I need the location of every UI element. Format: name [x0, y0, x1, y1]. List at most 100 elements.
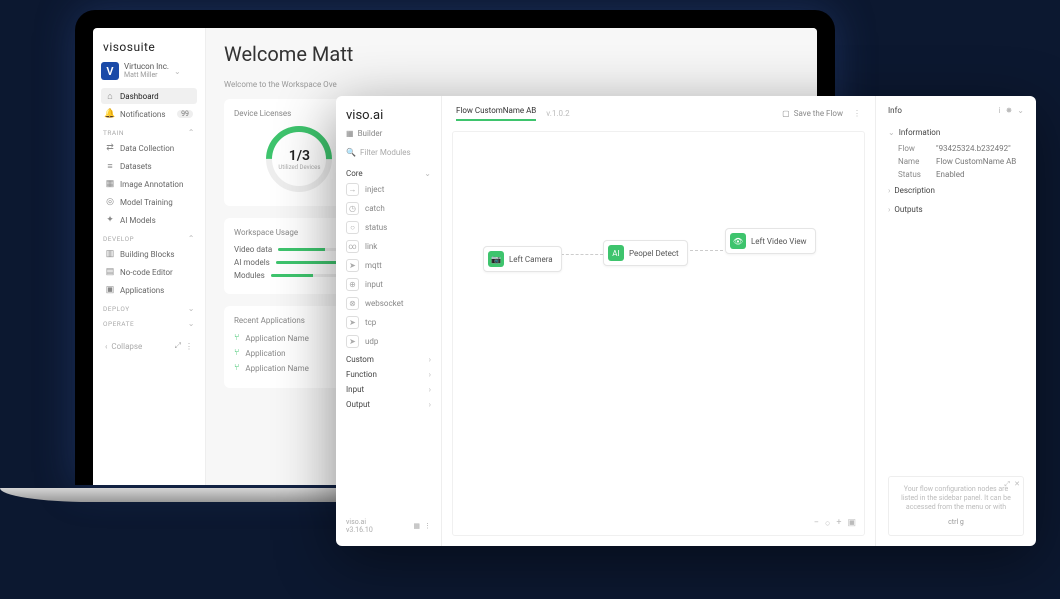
info-icon[interactable]: i: [999, 106, 1001, 115]
page-subtitle: Welcome to the Workspace Ove: [224, 80, 799, 89]
module-tcp[interactable]: ➤tcp: [346, 313, 431, 332]
nav-image-annotation[interactable]: ▦Image Annotation: [101, 176, 197, 192]
group-core[interactable]: Core⌄: [346, 169, 431, 178]
zoom-reset-icon[interactable]: ○: [825, 518, 830, 529]
bug-icon[interactable]: ✸: [1006, 106, 1013, 115]
save-flow-button[interactable]: ▢ Save the Flow: [782, 109, 843, 118]
nav-model-training[interactable]: ◎Model Training: [101, 194, 197, 210]
group-output[interactable]: Output›: [346, 400, 431, 409]
mqtt-icon: ➤: [346, 259, 359, 272]
module-websocket[interactable]: ⊗websocket: [346, 294, 431, 313]
close-icon[interactable]: ✕: [1014, 480, 1020, 489]
chevron-down-icon[interactable]: ⌄: [1017, 106, 1024, 115]
section-deploy[interactable]: DEPLOY⌄: [103, 304, 195, 313]
inject-icon: →: [346, 183, 359, 196]
flow-canvas[interactable]: 📷 Left Camera AI Peopel Detect 👁 Left Vi…: [452, 131, 865, 536]
builder-logo: viso.ai: [346, 108, 431, 123]
section-operate[interactable]: OPERATE⌄: [103, 319, 195, 328]
chevron-up-icon: ⌃: [188, 234, 195, 243]
flow-version: v.1.0.2: [546, 109, 569, 118]
notification-count: 99: [177, 110, 193, 118]
annotation-icon: ▦: [105, 179, 115, 189]
section-description[interactable]: ›Description: [888, 186, 1024, 195]
zoom-in-icon[interactable]: +: [836, 518, 841, 529]
nav-dashboard-label: Dashboard: [120, 92, 159, 101]
hint-box: ⤢ ✕ Your flow configuration nodes are li…: [888, 476, 1024, 536]
info-flow-name: Flow CustomName AB: [936, 157, 1016, 166]
chevron-right-icon: ›: [429, 385, 431, 394]
builder-sublabel: ▦ Builder: [346, 129, 431, 138]
group-input[interactable]: Input›: [346, 385, 431, 394]
section-develop[interactable]: DEVELOP⌃: [103, 234, 195, 243]
filter-modules-input[interactable]: 🔍 Filter Modules: [346, 148, 431, 157]
collapse-sidebar[interactable]: ‹ Collapse ⤢ ⋮: [101, 338, 197, 354]
app-icon: ⑂: [234, 333, 239, 343]
more-icon[interactable]: ⋮: [424, 522, 431, 530]
nav-datasets[interactable]: ≡Datasets: [101, 158, 197, 174]
footer-brand: viso.ai: [346, 518, 373, 526]
editor-icon: ▤: [105, 267, 115, 277]
tcp-icon: ➤: [346, 316, 359, 329]
node-people-detect[interactable]: AI Peopel Detect: [603, 240, 688, 266]
section-train[interactable]: TRAIN⌃: [103, 128, 195, 137]
hint-shortcut: ctrl g: [897, 518, 1015, 527]
chevron-down-icon: ⌄: [188, 319, 195, 328]
nav-notifications-label: Notifications: [120, 110, 165, 119]
more-icon[interactable]: ⋮: [853, 109, 861, 118]
popout-icon[interactable]: ⤢: [1005, 480, 1011, 489]
chevron-right-icon: ›: [429, 370, 431, 379]
module-catch[interactable]: ◷catch: [346, 199, 431, 218]
websocket-icon: ⊗: [346, 297, 359, 310]
module-input[interactable]: ⊕input: [346, 275, 431, 294]
nav-applications[interactable]: ▣Applications: [101, 282, 197, 298]
fit-icon[interactable]: ▣: [847, 518, 856, 529]
chevron-down-icon: ⌄: [424, 169, 431, 178]
models-icon: ✦: [105, 215, 115, 225]
module-inject[interactable]: →inject: [346, 180, 431, 199]
org-selector[interactable]: V Virtucon Inc. Matt Miller ⌄: [101, 62, 197, 80]
nav-data-collection[interactable]: ⇄Data Collection: [101, 140, 197, 156]
grid-icon[interactable]: ▦: [413, 522, 420, 530]
camera-icon: 📷: [488, 251, 504, 267]
org-user: Matt Miller: [124, 72, 169, 80]
status-icon: ○: [346, 221, 359, 234]
group-custom[interactable]: Custom›: [346, 355, 431, 364]
catch-icon: ◷: [346, 202, 359, 215]
nav-no-code-editor[interactable]: ▤No-code Editor: [101, 264, 197, 280]
app-icon: ⑂: [234, 363, 239, 373]
module-link[interactable]: ∞link: [346, 237, 431, 256]
search-icon: 🔍: [346, 148, 356, 157]
group-function[interactable]: Function›: [346, 370, 431, 379]
footer-version: v3.16.10: [346, 526, 373, 534]
node-left-camera[interactable]: 📷 Left Camera: [483, 246, 562, 272]
more-icon: ⋮: [185, 342, 193, 351]
info-flow-id: "93425324.b232492": [936, 144, 1011, 153]
nav-ai-models[interactable]: ✦AI Models: [101, 212, 197, 228]
expand-icon: ⤢: [175, 341, 181, 351]
link-icon: ∞: [346, 240, 359, 253]
app-icon: ⑂: [234, 348, 239, 358]
ai-icon: AI: [608, 245, 624, 261]
module-mqtt[interactable]: ➤mqtt: [346, 256, 431, 275]
chevron-right-icon: ›: [888, 186, 890, 195]
section-outputs[interactable]: ›Outputs: [888, 205, 1024, 214]
chevron-right-icon: ›: [888, 205, 890, 214]
apps-icon: ▣: [105, 285, 115, 295]
module-status[interactable]: ○status: [346, 218, 431, 237]
save-icon: ▢: [782, 109, 790, 118]
dashboard-icon: ⌂: [105, 91, 115, 101]
chevron-down-icon: ⌄: [188, 304, 195, 313]
section-information[interactable]: ⌄Information: [888, 128, 1024, 137]
nav-dashboard[interactable]: ⌂ Dashboard: [101, 88, 197, 104]
builder-window: viso.ai ▦ Builder 🔍 Filter Modules Core⌄…: [336, 96, 1036, 546]
license-donut-chart: 1/3 Utilized Devices: [252, 112, 345, 205]
info-status: Enabled: [936, 170, 965, 179]
node-left-video-view[interactable]: 👁 Left Video View: [725, 228, 816, 254]
flow-name[interactable]: Flow CustomName AB: [456, 106, 536, 121]
suite-logo: visosuite: [103, 40, 197, 54]
module-udp[interactable]: ➤udp: [346, 332, 431, 351]
zoom-out-icon[interactable]: −: [814, 518, 819, 529]
nav-building-blocks[interactable]: ▥Building Blocks: [101, 246, 197, 262]
nav-notifications[interactable]: 🔔 Notifications 99: [101, 106, 197, 122]
chevron-up-icon: ⌃: [188, 128, 195, 137]
